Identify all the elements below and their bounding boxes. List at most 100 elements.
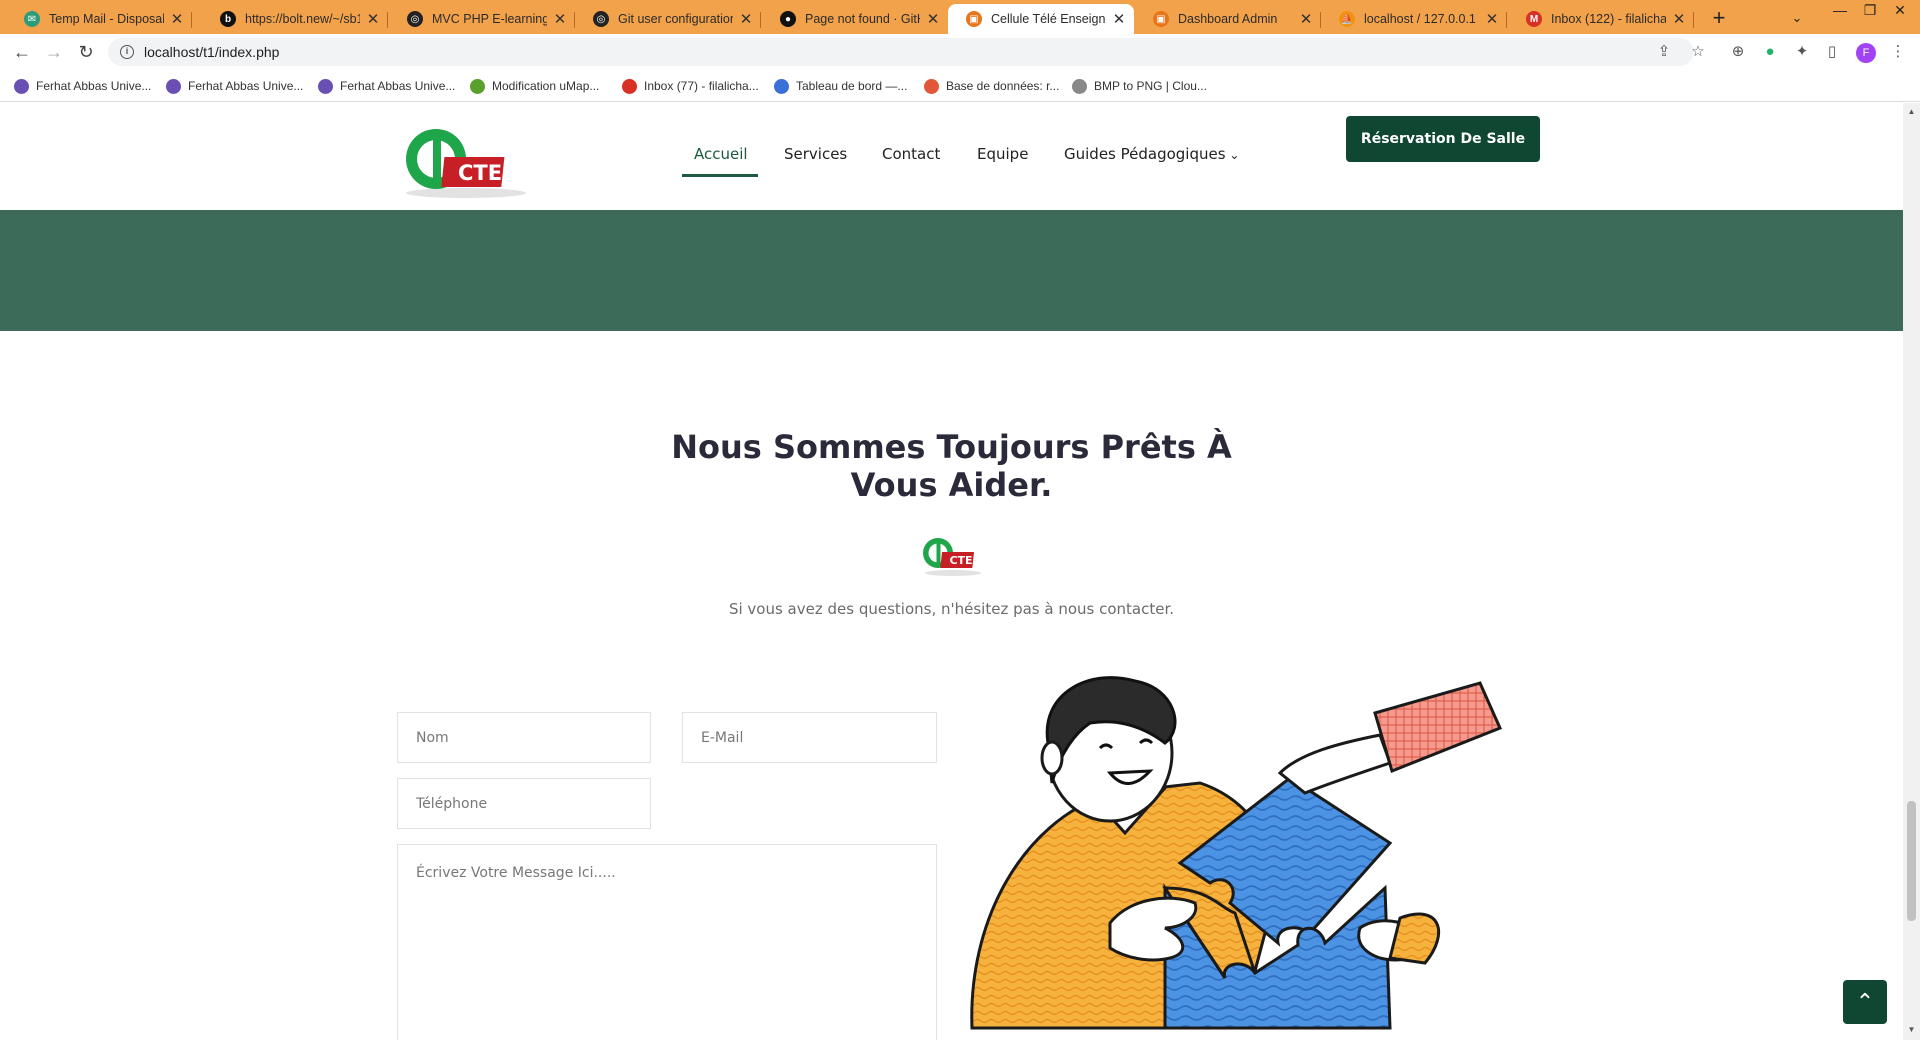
nav-item-equipe[interactable]: Equipe	[977, 129, 1028, 179]
site-header: CTE Accueil Services Contact Equipe Guides P…	[0, 103, 1903, 210]
bolt-icon: b	[220, 11, 236, 27]
tab-title: Inbox (122) - filalicham	[1551, 12, 1666, 26]
tab-separator	[760, 12, 761, 28]
contact-section-title: Nous Sommes Toujours Prêts À Vous Aider.	[671, 428, 1232, 504]
browser-tab[interactable]: ▣ Cellule Télé Enseignem ✕	[948, 4, 1134, 34]
browser-tab[interactable]: ◎ Git user configuration ✕	[575, 4, 761, 34]
cte-logo[interactable]: CTE	[404, 123, 530, 203]
bookmark-label: Modification uMap...	[492, 79, 600, 93]
contact-subtitle: Si vous avez des questions, n'hésitez pa…	[728, 600, 1175, 618]
close-tab-icon[interactable]: ✕	[366, 10, 380, 28]
scroll-up-arrow-icon[interactable]: ▲	[1906, 107, 1917, 116]
address-bar[interactable]: i localhost/t1/index.php	[108, 38, 1694, 66]
forward-arrow-icon[interactable]: →	[40, 38, 68, 66]
back-to-top-button[interactable]: ⌃	[1843, 980, 1887, 1024]
profile-avatar[interactable]: F	[1856, 43, 1876, 63]
small-logo-text: CTE	[949, 554, 972, 567]
bookmark-item[interactable]: Ferhat Abbas Unive...	[318, 77, 455, 95]
close-tab-icon[interactable]: ✕	[170, 10, 184, 28]
tab-title: Temp Mail - Disposable	[49, 12, 164, 26]
bookmark-label: Ferhat Abbas Unive...	[340, 79, 456, 93]
hero-band	[0, 210, 1903, 331]
bookmark-item[interactable]: Ferhat Abbas Unive...	[166, 77, 303, 95]
tab-separator	[191, 12, 192, 28]
browser-tab[interactable]: b https://bolt.new/~/sb1 ✕	[202, 4, 388, 34]
nav-label: Accueil	[694, 145, 748, 163]
share-icon[interactable]: ⇪	[1654, 42, 1674, 62]
university-icon	[166, 78, 181, 94]
github-icon: ●	[780, 11, 796, 27]
phone-field[interactable]: Téléphone	[397, 778, 651, 829]
back-arrow-icon[interactable]: ←	[8, 38, 36, 66]
close-tab-icon[interactable]: ✕	[739, 10, 753, 28]
bookmark-label: Base de données: r...	[946, 79, 1060, 93]
download-icon[interactable]: ⊕	[1728, 42, 1748, 62]
tab-title: Cellule Télé Enseignem	[991, 12, 1106, 26]
close-tab-icon[interactable]: ✕	[1112, 10, 1126, 28]
gmail-icon: M	[1526, 11, 1542, 27]
close-tab-icon[interactable]: ✕	[553, 10, 567, 28]
chatgpt-icon: ◎	[407, 11, 423, 27]
scroll-thumb[interactable]	[1907, 801, 1916, 921]
browser-tab[interactable]: ⛵ localhost / 127.0.0.1 / s ✕	[1321, 4, 1507, 34]
new-tab-button[interactable]: +	[1706, 6, 1732, 32]
bookmarks-bar: Ferhat Abbas Unive... Ferhat Abbas Unive.…	[0, 70, 1920, 102]
nav-item-contact[interactable]: Contact	[882, 129, 940, 179]
browser-tab[interactable]: ◎ MVC PHP E-learning Sc ✕	[389, 4, 575, 34]
puzzle-illustration	[970, 676, 1503, 1030]
extensions-puzzle-icon[interactable]: ✦	[1792, 42, 1812, 62]
tab-title: Git user configuration	[618, 12, 733, 26]
close-tab-icon[interactable]: ✕	[926, 10, 940, 28]
logo-text: CTE	[458, 161, 502, 185]
scroll-down-arrow-icon[interactable]: ▼	[1906, 1025, 1917, 1034]
bookmark-item[interactable]: Modification uMap...	[470, 77, 599, 95]
reservation-button[interactable]: Réservation De Salle	[1346, 116, 1540, 162]
nav-label: Guides Pédagogiques	[1064, 145, 1226, 163]
cte-small-logo: CTE	[923, 538, 981, 576]
close-tab-icon[interactable]: ✕	[1299, 10, 1313, 28]
tab-separator	[1506, 12, 1507, 28]
reload-icon[interactable]: ↻	[72, 38, 100, 66]
kebab-menu-icon[interactable]: ⋮	[1888, 42, 1908, 62]
bookmark-item[interactable]: Ferhat Abbas Unive...	[14, 77, 151, 95]
bookmark-item[interactable]: Tableau de bord —...	[774, 77, 907, 95]
temp-mail-icon: ✉	[24, 11, 40, 27]
name-field[interactable]: Nom	[397, 712, 651, 763]
phone-placeholder: Téléphone	[416, 795, 488, 812]
close-window-icon[interactable]: ✕	[1880, 2, 1920, 22]
browser-tab[interactable]: ▣ Dashboard Admin ✕	[1135, 4, 1321, 34]
bookmark-item[interactable]: Inbox (77) - filalicha...	[622, 77, 759, 95]
bookmark-star-icon[interactable]: ☆	[1688, 42, 1708, 62]
tab-title: Dashboard Admin	[1178, 12, 1278, 26]
tab-title: Page not found · GitHu	[805, 12, 920, 26]
gmail-icon	[622, 78, 637, 94]
browser-tab[interactable]: ● Page not found · GitHu ✕	[762, 4, 948, 34]
bookmark-label: BMP to PNG | Clou...	[1094, 79, 1207, 93]
grammarly-extension-icon[interactable]: ●	[1760, 42, 1780, 62]
side-panel-icon[interactable]: ▯	[1822, 42, 1842, 62]
tab-separator	[1693, 12, 1694, 28]
tab-title: localhost / 127.0.0.1 / s	[1364, 12, 1479, 26]
site-favicon-icon: ▣	[966, 11, 982, 27]
nav-label: Equipe	[977, 145, 1029, 163]
close-tab-icon[interactable]: ✕	[1672, 10, 1686, 28]
bookmark-item[interactable]: Base de données: r...	[924, 77, 1059, 95]
tab-search-icon[interactable]: ⌄	[1785, 6, 1809, 30]
nav-item-services[interactable]: Services	[784, 129, 847, 179]
university-icon	[318, 78, 333, 94]
chevron-down-icon: ⌄	[1225, 148, 1240, 162]
email-field[interactable]: E-Mail	[682, 712, 937, 763]
browser-tab[interactable]: M Inbox (122) - filalicham ✕	[1508, 4, 1694, 34]
browser-tab[interactable]: ✉ Temp Mail - Disposable ✕	[6, 4, 192, 34]
cloud-icon	[1072, 78, 1087, 94]
site-info-icon[interactable]: i	[120, 45, 134, 59]
page-scrollbar[interactable]: ▲ ▼	[1903, 103, 1920, 1040]
nav-label: Services	[784, 145, 848, 163]
nav-item-accueil[interactable]: Accueil	[694, 129, 748, 179]
close-tab-icon[interactable]: ✕	[1485, 10, 1499, 28]
bookmark-item[interactable]: BMP to PNG | Clou...	[1072, 77, 1207, 95]
message-textarea[interactable]: Écrivez Votre Message Ici.....	[397, 844, 937, 1040]
page-viewport: CTE Accueil Services Contact Equipe Guides P…	[0, 103, 1903, 1040]
nav-item-guides-p-dagogiques[interactable]: Guides Pédagogiques ⌄	[1064, 129, 1239, 179]
bookmark-label: Ferhat Abbas Unive...	[36, 79, 152, 93]
